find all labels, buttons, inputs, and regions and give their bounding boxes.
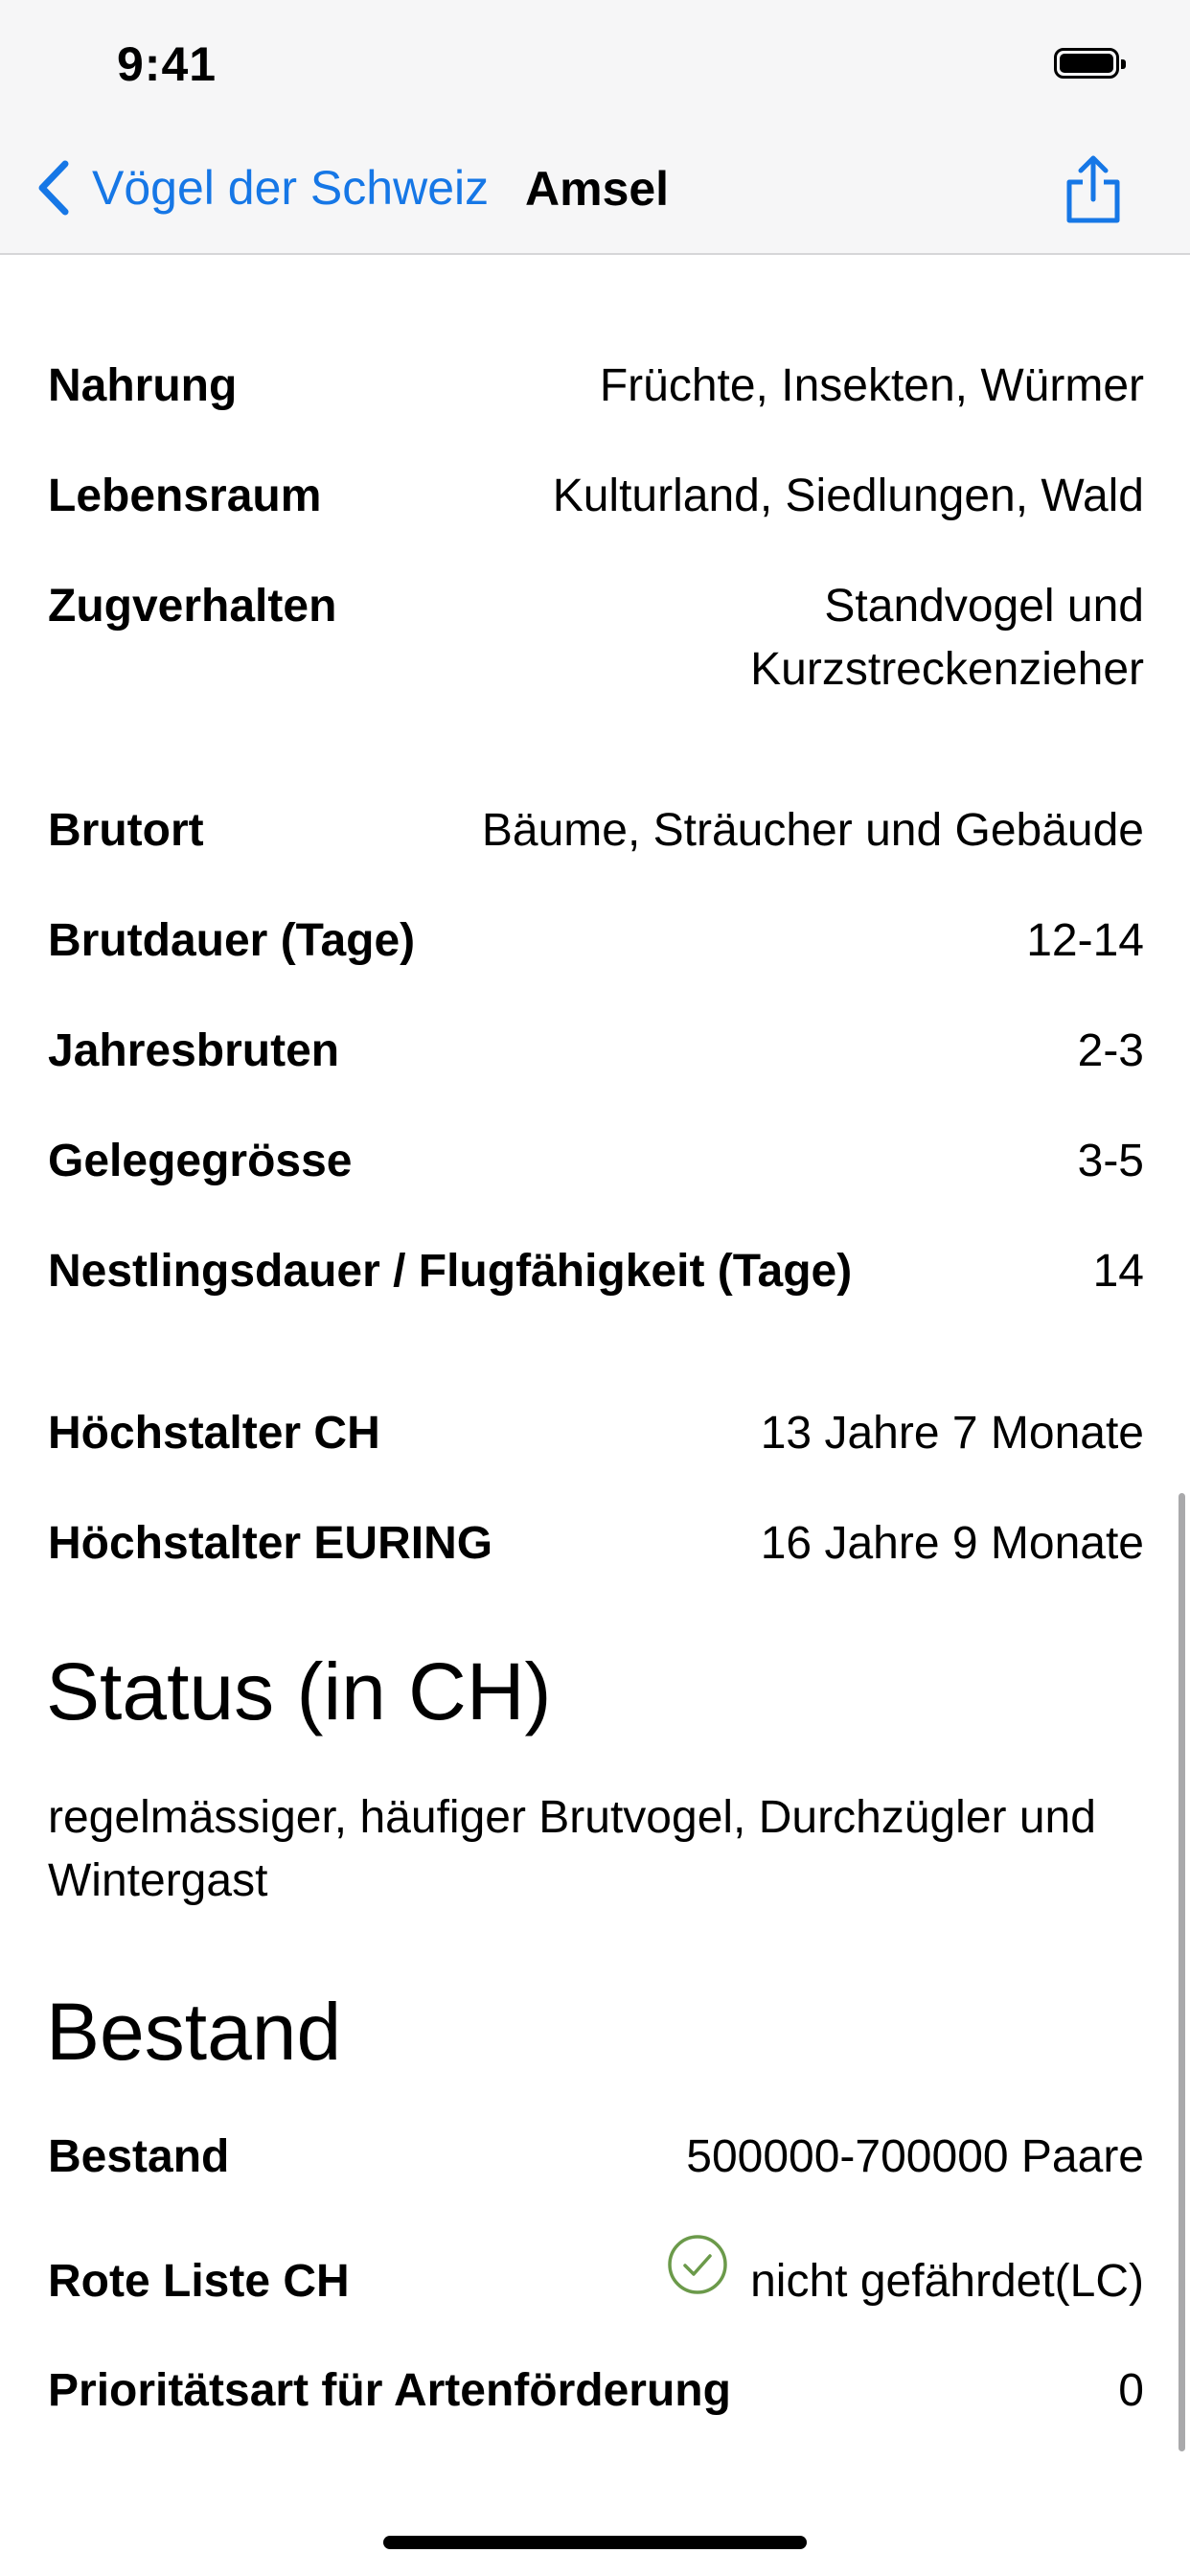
row-label: Zugverhalten [48, 581, 337, 632]
share-icon [1066, 155, 1120, 223]
row-label: Jahresbruten [48, 1025, 340, 1076]
battery-icon [1054, 48, 1126, 79]
detail-row-rote-liste: Rote Liste CH nicht gefährdet(LC) [48, 2235, 1144, 2313]
detail-row-brutort: Brutort Bäume, Sträucher und Gebäude [48, 799, 1144, 862]
detail-row-jahresbruten: Jahresbruten 2-3 [48, 1020, 1144, 1083]
row-label: Brutdauer (Tage) [48, 915, 416, 966]
row-label: Bestand [48, 2131, 230, 2182]
row-label: Lebensraum [48, 471, 322, 521]
row-value: 14 [1092, 1246, 1144, 1297]
back-button[interactable]: Vögel der Schweiz [34, 157, 489, 218]
navigation-bar: 9:41 Vögel der Schweiz Amsel [0, 0, 1190, 255]
scrollbar[interactable] [1179, 1493, 1185, 2451]
row-value: nicht gefährdet(LC) [666, 2235, 1144, 2313]
detail-row-gelegegroesse: Gelegegrösse 3-5 [48, 1130, 1144, 1193]
share-button[interactable] [1062, 153, 1125, 226]
status-time: 9:41 [117, 37, 217, 91]
check-circle-icon [668, 2235, 727, 2294]
bestand-heading: Bestand [46, 1987, 342, 2077]
row-value: 3-5 [1077, 1136, 1144, 1186]
detail-row-hoechstalter-euring: Höchstalter EURING 16 Jahre 9 Monate [48, 1512, 1144, 1576]
row-value: Standvogel und Kurzstreckenzieher [750, 575, 1144, 702]
status-heading: Status (in CH) [46, 1646, 552, 1736]
row-value-line: Kurzstreckenzieher [750, 644, 1144, 695]
row-label: Prioritätsart für Artenförderung [48, 2365, 731, 2416]
row-value: Kulturland, Siedlungen, Wald [552, 471, 1144, 521]
detail-row-zugverhalten: Zugverhalten Standvogel und Kurzstrecken… [48, 575, 1144, 702]
chevron-left-icon [38, 160, 69, 216]
detail-row-bestand: Bestand 500000-700000 Paare [48, 2126, 1144, 2189]
detail-row-nahrung: Nahrung Früchte, Insekten, Würmer [48, 355, 1144, 418]
status-text: regelmässiger, häufiger Brutvogel, Durch… [48, 1792, 1096, 1906]
row-label: Höchstalter CH [48, 1408, 380, 1459]
detail-row-lebensraum: Lebensraum Kulturland, Siedlungen, Wald [48, 465, 1144, 528]
row-label: Nahrung [48, 360, 238, 411]
home-indicator[interactable] [383, 2536, 807, 2549]
row-value: 0 [1118, 2365, 1144, 2416]
row-value: 13 Jahre 7 Monate [760, 1408, 1144, 1459]
row-value: Bäume, Sträucher und Gebäude [481, 805, 1144, 856]
row-value: 12-14 [1026, 915, 1144, 966]
row-value: Früchte, Insekten, Würmer [599, 360, 1144, 411]
row-value: 2-3 [1077, 1025, 1144, 1076]
back-label: Vögel der Schweiz [92, 161, 490, 215]
red-list-status: nicht gefährdet(LC) [750, 2256, 1144, 2307]
detail-row-nestlingsdauer: Nestlingsdauer / Flugfähigkeit (Tage) 14 [48, 1240, 1144, 1303]
detail-row-hoechstalter-ch: Höchstalter CH 13 Jahre 7 Monate [48, 1402, 1144, 1465]
row-label: Höchstalter EURING [48, 1518, 493, 1569]
row-label: Rote Liste CH [48, 2256, 350, 2307]
row-value: 500000-700000 Paare [686, 2131, 1144, 2182]
row-value: 16 Jahre 9 Monate [760, 1518, 1144, 1569]
row-value-line: Standvogel und [824, 581, 1144, 632]
page-title: Amsel [525, 162, 670, 216]
row-label: Gelegegrösse [48, 1136, 353, 1186]
detail-row-brutdauer: Brutdauer (Tage) 12-14 [48, 909, 1144, 973]
row-label: Brutort [48, 805, 204, 856]
detail-row-prioritaet: Prioritätsart für Artenförderung 0 [48, 2359, 1144, 2423]
row-label: Nestlingsdauer / Flugfähigkeit (Tage) [48, 1246, 853, 1297]
